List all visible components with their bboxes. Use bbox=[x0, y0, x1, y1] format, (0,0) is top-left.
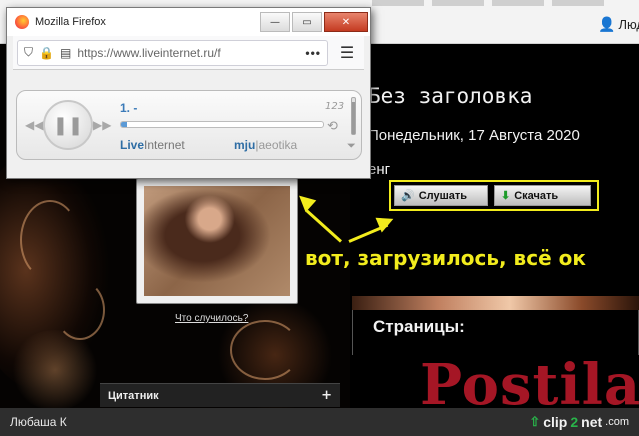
minimize-button[interactable]: — bbox=[260, 12, 290, 32]
previous-track-icon[interactable]: ◀◀ bbox=[25, 118, 43, 132]
bottom-status-bar: Любаша К ⇧ clip 2 net .com bbox=[0, 408, 639, 436]
media-buttons-highlight: 🔊 Слушать ⬇ Скачать bbox=[389, 180, 599, 211]
lock-icon[interactable]: 🔒 bbox=[39, 46, 54, 60]
brand-part-two: 2 bbox=[570, 414, 579, 430]
avatar-photo bbox=[144, 186, 290, 296]
quote-panel-label: Цитатник bbox=[108, 389, 159, 402]
progress-fill bbox=[121, 122, 128, 127]
swirl-decoration bbox=[20, 200, 80, 280]
mju-label: mju bbox=[234, 138, 256, 152]
equalizer-icon[interactable]: ⏷ bbox=[347, 139, 356, 153]
pause-button[interactable]: ❚❚ bbox=[43, 100, 93, 150]
shield-icon[interactable]: ⛉ bbox=[24, 45, 33, 60]
user-tag: aeotika bbox=[258, 138, 298, 152]
speaker-icon: 🔊 bbox=[401, 190, 415, 202]
firefox-logo-icon bbox=[15, 15, 29, 29]
close-button[interactable]: ✕ bbox=[324, 12, 368, 32]
swirl-decoration bbox=[55, 280, 105, 340]
post-subtitle: енг bbox=[368, 161, 391, 178]
decorative-divider bbox=[352, 296, 639, 310]
clip2net-logo: ⇧ clip 2 net .com bbox=[529, 414, 629, 430]
repeat-icon[interactable]: ⟲ bbox=[327, 119, 338, 134]
quote-panel-header[interactable]: Цитатник + bbox=[100, 383, 340, 407]
statusbar-username: Любаша К bbox=[10, 415, 67, 429]
ornament-left-lower bbox=[10, 330, 100, 410]
expand-plus-icon[interactable]: + bbox=[321, 388, 332, 403]
user-icon: 👤 bbox=[598, 16, 616, 32]
url-bar[interactable]: ⛉ 🔒 ▤ https://www.liveinternet.ru/f ••• bbox=[17, 39, 328, 66]
swirl-decoration bbox=[230, 320, 300, 380]
player-controls: ◀◀ ❚❚ ▶▶ bbox=[25, 99, 115, 151]
pages-heading: Страницы: bbox=[373, 317, 465, 336]
listen-label: Слушать bbox=[418, 189, 468, 202]
post-date: Понедельник, 17 Августа 2020 bbox=[368, 127, 580, 144]
window-title: Mozilla Firefox bbox=[35, 16, 106, 28]
brand-part-net: net bbox=[581, 414, 603, 430]
download-label: Скачать bbox=[514, 189, 559, 202]
audio-player: ◀◀ ❚❚ ▶▶ 1. - LiveInternet mju|aeotika 1… bbox=[16, 90, 362, 160]
user-name: Люди bbox=[618, 17, 639, 32]
volume-level bbox=[352, 101, 355, 134]
annotation-text: вот, загрузилось, всё ок bbox=[305, 246, 586, 270]
progress-bar[interactable] bbox=[120, 121, 324, 128]
brand-part-clip: clip bbox=[543, 414, 568, 430]
brand-live: Live bbox=[120, 138, 145, 152]
window-titlebar[interactable]: Mozilla Firefox — ▭ ✕ bbox=[7, 8, 370, 36]
download-button[interactable]: ⬇ Скачать bbox=[494, 185, 591, 206]
next-track-icon[interactable]: ▶▶ bbox=[93, 118, 111, 132]
url-text[interactable]: https://www.liveinternet.ru/f bbox=[77, 46, 299, 60]
hamburger-menu-icon[interactable]: ☰ bbox=[334, 40, 360, 66]
user-chip[interactable]: 👤 Люди bbox=[598, 16, 639, 33]
download-arrow-icon: ⬇ bbox=[501, 190, 511, 202]
navigation-bar: ⛉ 🔒 ▤ https://www.liveinternet.ru/f ••• … bbox=[13, 36, 364, 70]
post-title: Без заголовка bbox=[368, 84, 533, 108]
photo-caption-link[interactable]: Что случилось? bbox=[175, 313, 248, 324]
track-title: 1. - bbox=[120, 101, 138, 115]
player-brand[interactable]: LiveInternet bbox=[120, 138, 185, 152]
upload-arrow-icon: ⇧ bbox=[529, 414, 541, 429]
reader-view-icon[interactable]: ▤ bbox=[60, 46, 71, 60]
brand-part-com: .com bbox=[605, 416, 629, 428]
mju-link[interactable]: mju|aeotika bbox=[234, 138, 297, 152]
tabs-fragment bbox=[372, 0, 612, 6]
listen-button[interactable]: 🔊 Слушать bbox=[394, 185, 488, 206]
annotation-arrow-to-player bbox=[305, 209, 343, 243]
window-controls: — ▭ ✕ bbox=[260, 8, 370, 36]
order-icon[interactable]: 123 bbox=[325, 101, 344, 112]
firefox-popup-window: Mozilla Firefox — ▭ ✕ ⛉ 🔒 ▤ https://www.… bbox=[6, 7, 371, 179]
avatar-photo-frame[interactable] bbox=[136, 178, 298, 304]
volume-slider[interactable] bbox=[351, 97, 356, 135]
page-actions-icon[interactable]: ••• bbox=[305, 46, 321, 60]
brand-internet: Internet bbox=[144, 138, 185, 152]
maximize-button[interactable]: ▭ bbox=[292, 12, 322, 32]
